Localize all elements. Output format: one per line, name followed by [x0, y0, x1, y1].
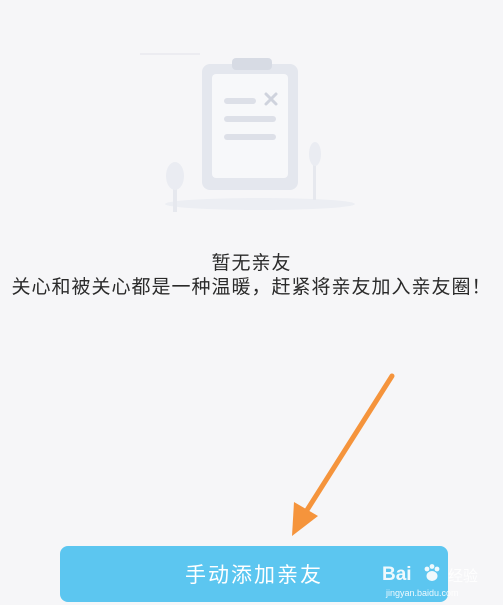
watermark-logo: Bai [382, 564, 412, 585]
watermark-suffix: 经验 [448, 568, 479, 585]
empty-state-description: 关心和被关心都是一种温暖，赶紧将亲友加入亲友圈！ [11, 276, 492, 298]
empty-state-title: 暂无亲友 [211, 252, 292, 274]
baidu-jingyan-watermark: Bai 经验 jingyan.baidu.com [382, 560, 500, 602]
paw-icon [424, 564, 440, 581]
clipboard-icon [140, 53, 355, 212]
watermark-url: jingyan.baidu.com [386, 588, 459, 598]
pointer-arrow-icon [292, 373, 395, 536]
